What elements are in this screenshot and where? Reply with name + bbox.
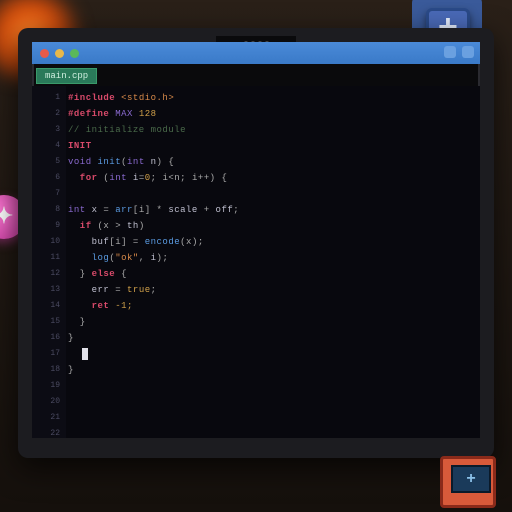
line-number: 7 xyxy=(32,186,66,202)
code-line xyxy=(68,346,476,362)
line-number: 6 xyxy=(32,170,66,186)
line-number: 3 xyxy=(32,122,66,138)
code-line: INIT xyxy=(68,138,476,154)
line-number: 4 xyxy=(32,138,66,154)
code-line xyxy=(68,186,476,202)
line-number: 21 xyxy=(32,410,66,426)
line-number: 14 xyxy=(32,298,66,314)
minimize-icon[interactable] xyxy=(55,49,64,58)
code-line: } xyxy=(68,330,476,346)
code-line: } else { xyxy=(68,266,476,282)
line-number: 16 xyxy=(32,330,66,346)
cursor-icon xyxy=(82,348,88,360)
line-number: 19 xyxy=(32,378,66,394)
plus-icon: + xyxy=(466,470,476,488)
titlebar-actions xyxy=(444,46,474,58)
code-line: void init(int n) { xyxy=(68,154,476,170)
line-number: 20 xyxy=(32,394,66,410)
code-line: log("ok", i); xyxy=(68,250,476,266)
line-number: 9 xyxy=(32,218,66,234)
code-line: // initialize module xyxy=(68,122,476,138)
titlebar-button[interactable] xyxy=(462,46,474,58)
code-line: err = true; xyxy=(68,282,476,298)
line-number: 22 xyxy=(32,426,66,438)
line-number: 15 xyxy=(32,314,66,330)
code-line: } xyxy=(68,314,476,330)
code-line: if (x > th) xyxy=(68,218,476,234)
code-editor[interactable]: 1 2 3 4 5 6 7 8 9 10 11 12 13 14 15 16 1… xyxy=(32,86,480,438)
mini-screen: + xyxy=(451,465,491,493)
close-icon[interactable] xyxy=(40,49,49,58)
line-number: 1 xyxy=(32,90,66,106)
line-number: 5 xyxy=(32,154,66,170)
code-line: #define MAX 128 xyxy=(68,106,476,122)
line-number: 17 xyxy=(32,346,66,362)
line-number: 8 xyxy=(32,202,66,218)
code-body[interactable]: #include <stdio.h> #define MAX 128 // in… xyxy=(68,90,476,378)
code-line: #include <stdio.h> xyxy=(68,90,476,106)
monitor-frame: main.cpp 1 2 3 4 5 6 7 8 9 10 11 12 13 1… xyxy=(18,28,494,458)
line-number: 10 xyxy=(32,234,66,250)
mini-computer-icon: + xyxy=(440,456,496,508)
code-line: ret -1; xyxy=(68,298,476,314)
code-line: buf[i] = encode(x); xyxy=(68,234,476,250)
window-titlebar[interactable] xyxy=(32,42,480,64)
titlebar-button[interactable] xyxy=(444,46,456,58)
line-gutter: 1 2 3 4 5 6 7 8 9 10 11 12 13 14 15 16 1… xyxy=(32,86,66,438)
scene: + ✦ main.cpp 1 2 3 4 5 6 7 8 xyxy=(0,0,512,512)
line-number: 12 xyxy=(32,266,66,282)
code-line: int x = arr[i] * scale + off; xyxy=(68,202,476,218)
line-number: 18 xyxy=(32,362,66,378)
line-number: 13 xyxy=(32,282,66,298)
code-line: for (int i=0; i<n; i++) { xyxy=(68,170,476,186)
line-number: 11 xyxy=(32,250,66,266)
maximize-icon[interactable] xyxy=(70,49,79,58)
tab-main[interactable]: main.cpp xyxy=(36,68,97,84)
code-line: } xyxy=(68,362,476,378)
line-number: 2 xyxy=(32,106,66,122)
